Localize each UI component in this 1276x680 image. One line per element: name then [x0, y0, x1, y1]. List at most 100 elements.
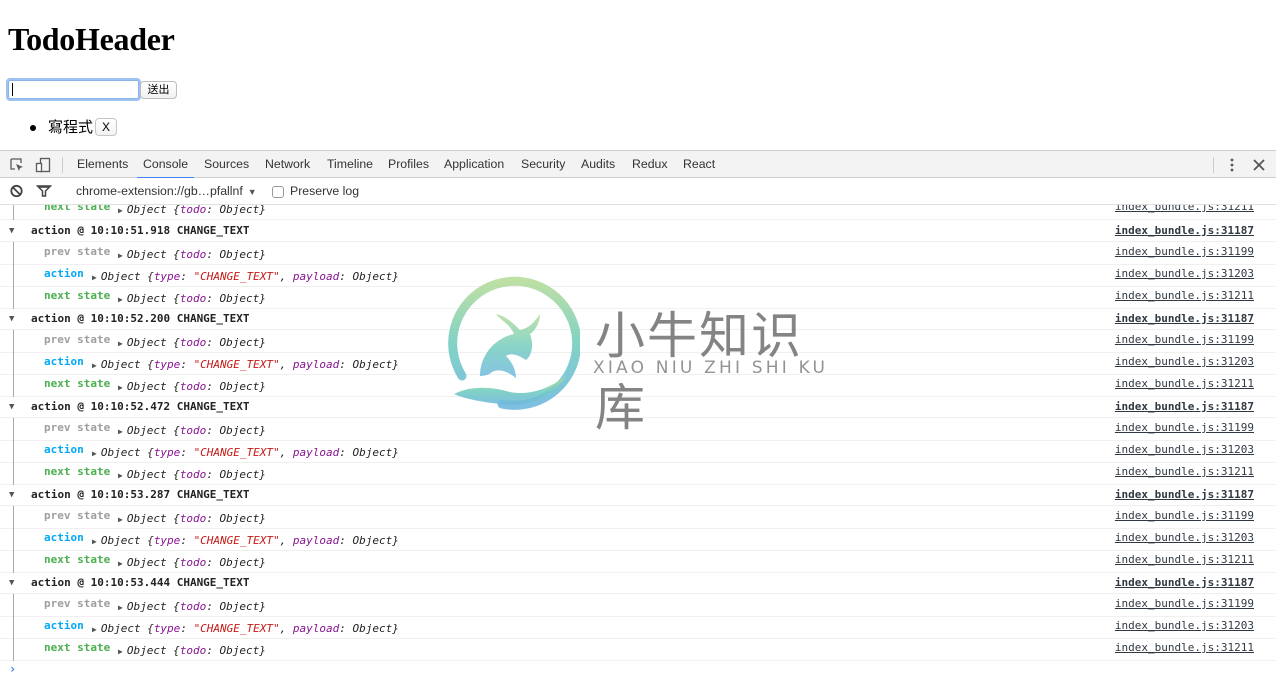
object-preview[interactable]: ▶ Object {todo: Object} — [118, 248, 266, 261]
collapse-triangle-icon[interactable]: ▼ — [9, 578, 14, 588]
tab-elements[interactable]: Elements — [77, 151, 128, 178]
page-title: TodoHeader — [8, 21, 175, 57]
source-link[interactable]: index_bundle.js:31187 — [1115, 400, 1254, 413]
expand-triangle-icon[interactable]: ▶ — [118, 603, 123, 612]
expand-triangle-icon[interactable]: ▶ — [118, 295, 123, 304]
source-link[interactable]: index_bundle.js:31211 — [1115, 289, 1254, 302]
source-link[interactable]: index_bundle.js:31199 — [1115, 597, 1254, 610]
console-row: prev state ▶ Object {todo: Object} index_bu… — [0, 418, 1276, 441]
console-group-header[interactable]: ▼ action @ 10:10:52.200 CHANGE_TEXT index_… — [0, 308, 1276, 330]
object-preview[interactable]: ▶ Object {todo: Object} — [118, 600, 266, 613]
submit-button[interactable]: 送出 — [140, 81, 177, 99]
expand-triangle-icon[interactable]: ▶ — [92, 449, 97, 458]
object-key: payload — [292, 622, 340, 635]
tab-console[interactable]: Console — [136, 151, 195, 179]
source-link[interactable]: index_bundle.js:31199 — [1115, 421, 1254, 434]
source-link[interactable]: index_bundle.js:31199 — [1115, 245, 1254, 258]
source-link[interactable]: index_bundle.js:31203 — [1115, 267, 1254, 280]
console-prompt[interactable]: › — [9, 662, 16, 676]
delete-todo-button[interactable]: X — [95, 117, 118, 136]
source-link[interactable]: index_bundle.js:31211 — [1115, 465, 1254, 478]
expand-triangle-icon[interactable]: ▶ — [92, 273, 97, 282]
tab-network[interactable]: Network — [265, 151, 310, 178]
source-link[interactable]: index_bundle.js:31203 — [1115, 355, 1254, 368]
object-preview[interactable]: ▶ Object {type: "CHANGE_TEXT", payload: O… — [92, 270, 399, 283]
object-preview[interactable]: ▶ Object {type: "CHANGE_TEXT", payload: O… — [92, 534, 399, 547]
tab-profiles[interactable]: Profiles — [388, 151, 429, 178]
inspect-element-icon[interactable] — [9, 157, 25, 173]
object-preview[interactable]: ▶ Object {type: "CHANGE_TEXT", payload: O… — [92, 622, 399, 635]
expand-triangle-icon[interactable]: ▶ — [118, 206, 123, 215]
tab-timeline[interactable]: Timeline — [327, 151, 373, 178]
expand-triangle-icon[interactable]: ▶ — [118, 515, 123, 524]
collapse-triangle-icon[interactable]: ▼ — [9, 314, 14, 324]
tab-redux[interactable]: Redux — [632, 151, 668, 178]
expand-triangle-icon[interactable]: ▶ — [118, 471, 123, 480]
source-link[interactable]: index_bundle.js:31211 — [1115, 377, 1254, 390]
filter-icon[interactable] — [35, 183, 53, 199]
source-link[interactable]: index_bundle.js:31203 — [1115, 619, 1254, 632]
expand-triangle-icon[interactable]: ▶ — [118, 251, 123, 260]
log-label: action — [44, 355, 84, 368]
expand-triangle-icon[interactable]: ▶ — [92, 361, 97, 370]
tab-audits[interactable]: Audits — [581, 151, 615, 178]
source-link[interactable]: index_bundle.js:31187 — [1115, 576, 1254, 589]
console-row: next state ▶ Object {todo: Object} index_bu… — [0, 550, 1276, 573]
source-link[interactable]: index_bundle.js:31203 — [1115, 443, 1254, 456]
object-preview[interactable]: ▶ Object {todo: Object} — [118, 424, 266, 437]
source-link[interactable]: index_bundle.js:31187 — [1115, 224, 1254, 237]
bullet-icon — [30, 124, 36, 131]
todo-input[interactable] — [6, 78, 141, 101]
object-preview[interactable]: ▶ Object {todo: Object} — [118, 644, 266, 657]
tab-application[interactable]: Application — [444, 151, 504, 178]
devtools-panel: Elements Console Sources Network Timelin… — [0, 150, 1276, 680]
log-label: next state — [44, 205, 111, 213]
context-selector[interactable]: chrome-extension://gb…pfallnf ▼ — [76, 184, 257, 198]
toolbar-divider — [1213, 157, 1214, 173]
object-preview[interactable]: ▶ Object {todo: Object} — [118, 468, 266, 481]
group-gutter — [13, 462, 14, 485]
object-preview[interactable]: ▶ Object {todo: Object} — [118, 205, 266, 216]
more-vertical-icon[interactable] — [1228, 157, 1236, 173]
console-group-header[interactable]: ▼ action @ 10:10:53.444 CHANGE_TEXT index_… — [0, 572, 1276, 594]
expand-triangle-icon[interactable]: ▶ — [118, 339, 123, 348]
collapse-triangle-icon[interactable]: ▼ — [9, 490, 14, 500]
source-link[interactable]: index_bundle.js:31211 — [1115, 641, 1254, 654]
clear-console-icon[interactable] — [9, 183, 25, 199]
close-icon[interactable] — [1252, 158, 1266, 172]
console-group-header[interactable]: ▼ action @ 10:10:51.918 CHANGE_TEXT index_… — [0, 220, 1276, 242]
object-preview[interactable]: ▶ Object {type: "CHANGE_TEXT", payload: O… — [92, 446, 399, 459]
source-link[interactable]: index_bundle.js:31199 — [1115, 333, 1254, 346]
source-link[interactable]: index_bundle.js:31187 — [1115, 488, 1254, 501]
expand-triangle-icon[interactable]: ▶ — [118, 559, 123, 568]
expand-triangle-icon[interactable]: ▶ — [92, 537, 97, 546]
object-preview[interactable]: ▶ Object {todo: Object} — [118, 556, 266, 569]
expand-triangle-icon[interactable]: ▶ — [118, 427, 123, 436]
preserve-log-checkbox[interactable] — [272, 186, 284, 198]
source-link[interactable]: index_bundle.js:31187 — [1115, 312, 1254, 325]
tab-security[interactable]: Security — [521, 151, 565, 178]
expand-triangle-icon[interactable]: ▶ — [118, 383, 123, 392]
object-preview[interactable]: ▶ Object {todo: Object} — [118, 380, 266, 393]
expand-triangle-icon[interactable]: ▶ — [118, 647, 123, 656]
source-link[interactable]: index_bundle.js:31211 — [1115, 553, 1254, 566]
tab-sources[interactable]: Sources — [204, 151, 249, 178]
group-title: action @ 10:10:52.200 CHANGE_TEXT — [31, 312, 250, 325]
console-group-header[interactable]: ▼ action @ 10:10:52.472 CHANGE_TEXT index_… — [0, 396, 1276, 418]
source-link[interactable]: index_bundle.js:31199 — [1115, 509, 1254, 522]
object-key: todo — [179, 248, 207, 261]
expand-triangle-icon[interactable]: ▶ — [92, 625, 97, 634]
log-label: action — [44, 267, 84, 280]
source-link[interactable]: index_bundle.js:31211 — [1115, 205, 1254, 213]
tab-react[interactable]: React — [683, 151, 715, 178]
console-group-header[interactable]: ▼ action @ 10:10:53.287 CHANGE_TEXT index_… — [0, 484, 1276, 506]
object-preview[interactable]: ▶ Object {type: "CHANGE_TEXT", payload: O… — [92, 358, 399, 371]
device-toolbar-icon[interactable] — [35, 157, 51, 173]
log-label: action — [44, 531, 84, 544]
object-preview[interactable]: ▶ Object {todo: Object} — [118, 512, 266, 525]
collapse-triangle-icon[interactable]: ▼ — [9, 226, 14, 236]
collapse-triangle-icon[interactable]: ▼ — [9, 402, 14, 412]
object-preview[interactable]: ▶ Object {todo: Object} — [118, 336, 266, 349]
source-link[interactable]: index_bundle.js:31203 — [1115, 531, 1254, 544]
object-preview[interactable]: ▶ Object {todo: Object} — [118, 292, 266, 305]
